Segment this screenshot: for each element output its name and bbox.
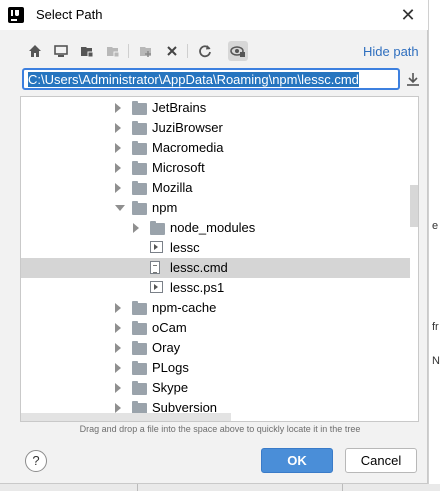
folder-icon: [132, 301, 147, 315]
tree-folder-row[interactable]: Macromedia: [21, 138, 410, 158]
background-window-edge: e fr N: [428, 0, 440, 491]
download-icon[interactable]: [404, 70, 422, 88]
folder-icon: [150, 221, 165, 235]
tree-folder-row[interactable]: Mozilla: [21, 178, 410, 198]
chevron-right-icon[interactable]: [115, 163, 121, 173]
help-button[interactable]: ?: [25, 450, 47, 472]
chevron-right-icon[interactable]: [133, 223, 139, 233]
chevron-right-icon[interactable]: [115, 343, 121, 353]
refresh-icon[interactable]: [195, 41, 215, 61]
vertical-scrollbar-thumb[interactable]: [410, 185, 418, 227]
script-file-icon: [150, 241, 163, 253]
close-button[interactable]: ✕: [394, 4, 422, 26]
background-text: e: [432, 220, 439, 232]
tree-folder-row[interactable]: Oray: [21, 338, 410, 358]
tree-row-label: JuziBrowser: [152, 120, 223, 135]
chevron-right-icon[interactable]: [115, 143, 121, 153]
background-divider: [137, 484, 138, 491]
delete-icon[interactable]: [162, 41, 182, 61]
chevron-right-icon[interactable]: [115, 303, 121, 313]
horizontal-scrollbar-thumb[interactable]: [21, 413, 231, 421]
tree-row-label: JetBrains: [152, 100, 207, 115]
ok-button[interactable]: OK: [261, 448, 333, 473]
folder-icon: [132, 181, 147, 195]
chevron-right-icon[interactable]: [115, 123, 121, 133]
tree-folder-row[interactable]: PLogs: [21, 358, 410, 378]
tree-file-row[interactable]: lessc.cmd: [21, 258, 410, 278]
background-divider: [342, 484, 343, 491]
module-icon: [103, 41, 123, 61]
background-text: N: [432, 355, 440, 367]
background-text: fr: [432, 321, 439, 333]
tree-folder-row[interactable]: JuziBrowser: [21, 118, 410, 138]
chevron-right-icon[interactable]: [115, 403, 121, 413]
folder-icon: [132, 361, 147, 375]
chevron-right-icon[interactable]: [115, 323, 121, 333]
chevron-right-icon[interactable]: [115, 183, 121, 193]
text-file-icon: [150, 261, 160, 274]
home-icon[interactable]: [25, 41, 45, 61]
chevron-right-icon[interactable]: [115, 363, 121, 373]
toolbar-separator: [187, 44, 188, 58]
tree-folder-row[interactable]: Microsoft: [21, 158, 410, 178]
show-hidden-icon[interactable]: [228, 41, 248, 61]
folder-icon: [132, 121, 147, 135]
project-icon[interactable]: [77, 41, 97, 61]
tree-folder-row[interactable]: JetBrains: [21, 98, 410, 118]
tree-row-label: Oray: [152, 340, 181, 355]
tree-row-label: lessc.ps1: [170, 280, 225, 295]
select-path-dialog: Select Path ✕ Hide path C:\Users\Adminis…: [0, 0, 428, 484]
folder-icon: [132, 341, 147, 355]
file-tree[interactable]: Subversion Skype PLogs Oray oCam npm-cache les…: [20, 96, 419, 422]
folder-icon: [132, 161, 147, 175]
tree-folder-row[interactable]: Skype: [21, 378, 410, 398]
path-field[interactable]: C:\Users\Administrator\AppData\Roaming\n…: [22, 68, 400, 90]
tree-row-label: Macromedia: [152, 140, 224, 155]
hide-path-link[interactable]: Hide path: [363, 44, 419, 59]
title-bar: Select Path ✕: [0, 0, 428, 30]
chevron-right-icon[interactable]: [115, 103, 121, 113]
folder-icon: [132, 201, 147, 215]
tree-row-label: npm: [152, 200, 178, 215]
new-folder-icon: [136, 41, 156, 61]
tree-folder-row[interactable]: npm-cache: [21, 298, 410, 318]
chevron-down-icon[interactable]: [115, 205, 125, 211]
background-window-bottom: [0, 484, 440, 491]
tree-folder-row[interactable]: node_modules: [21, 218, 410, 238]
toolbar-separator: [128, 44, 129, 58]
tree-row-label: lessc.cmd: [170, 260, 228, 275]
cancel-button[interactable]: Cancel: [345, 448, 417, 473]
intellij-logo-icon: [8, 7, 24, 23]
folder-icon: [132, 321, 147, 335]
tree-folder-row[interactable]: npm: [21, 198, 410, 218]
folder-icon: [132, 101, 147, 115]
tree-row-label: lessc: [170, 240, 200, 255]
drag-drop-hint: Drag and drop a file into the space abov…: [79, 424, 361, 434]
folder-icon: [132, 141, 147, 155]
tree-file-row[interactable]: lessc: [21, 238, 410, 258]
tree-row-label: oCam: [152, 320, 187, 335]
tree-row-label: Mozilla: [152, 180, 193, 195]
dialog-title: Select Path: [36, 7, 103, 22]
tree-folder-row[interactable]: oCam: [21, 318, 410, 338]
tree-row-label: Skype: [152, 380, 189, 395]
tree-row-label: node_modules: [170, 220, 256, 235]
tree-row-label: npm-cache: [152, 300, 217, 315]
tree-row-label: Microsoft: [152, 160, 205, 175]
toolbar: Hide path: [0, 36, 428, 66]
path-field-text: C:\Users\Administrator\AppData\Roaming\n…: [28, 72, 359, 87]
tree-file-row[interactable]: lessc.ps1: [21, 278, 410, 298]
desktop-icon[interactable]: [51, 41, 71, 61]
script-file-icon: [150, 281, 163, 293]
tree-row-label: PLogs: [152, 360, 189, 375]
folder-icon: [132, 381, 147, 395]
chevron-right-icon[interactable]: [115, 383, 121, 393]
